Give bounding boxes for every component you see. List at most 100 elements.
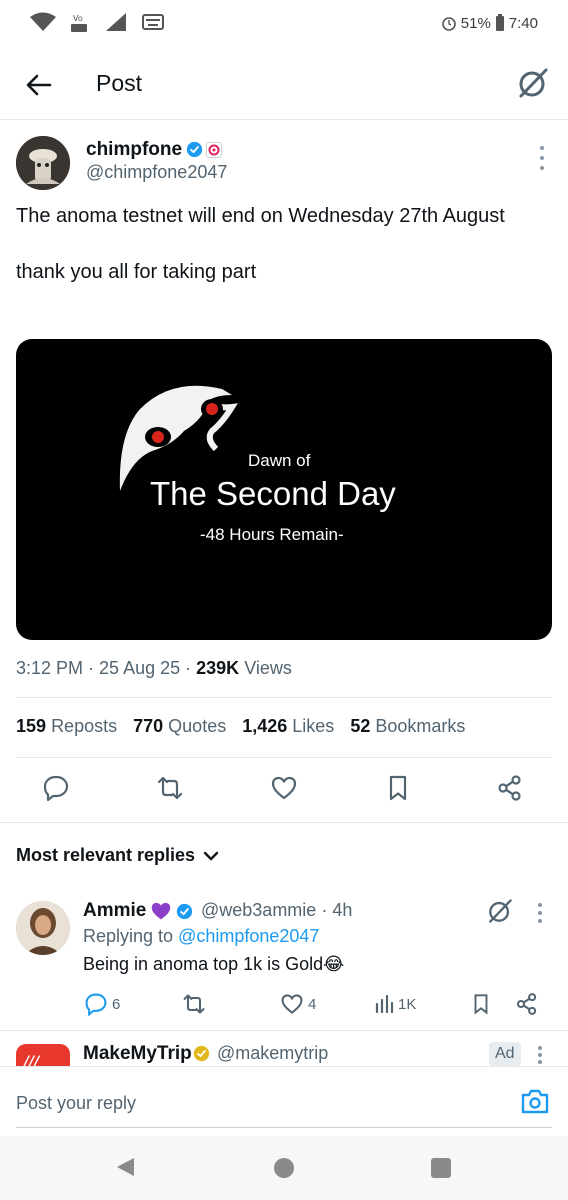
divider bbox=[16, 757, 552, 758]
like-button[interactable] bbox=[266, 770, 302, 806]
share-button[interactable] bbox=[492, 770, 528, 806]
ad-more-options-icon[interactable] bbox=[536, 1046, 544, 1064]
wifi-icon bbox=[30, 12, 56, 31]
more-options-icon[interactable] bbox=[538, 146, 546, 170]
reply-icon bbox=[85, 993, 107, 1016]
reply-repost-button[interactable] bbox=[182, 990, 206, 1018]
verified-badge-icon bbox=[176, 903, 193, 925]
ad-label-badge: Ad bbox=[489, 1042, 521, 1066]
status-bar: Vo 51% 7:40 bbox=[0, 0, 568, 48]
reply-like-count: 4 bbox=[308, 995, 317, 1013]
tweet-time: 3:12 PM bbox=[16, 658, 84, 678]
grok-button[interactable] bbox=[516, 66, 550, 100]
tweet-date: 25 Aug 25 bbox=[99, 658, 181, 678]
reposts-stat[interactable]: 159 Reposts bbox=[16, 716, 117, 737]
reply-reply-button[interactable]: 6 bbox=[84, 990, 120, 1018]
author-avatar[interactable] bbox=[16, 136, 70, 190]
bookmarks-stat[interactable]: 52 Bookmarks bbox=[350, 716, 465, 737]
reply-composer: Post your reply bbox=[0, 1066, 568, 1130]
svg-text:Vo: Vo bbox=[73, 14, 83, 23]
ad-author-name[interactable]: MakeMyTrip bbox=[83, 1043, 192, 1065]
bookmark-icon bbox=[389, 775, 407, 801]
keyboard-icon bbox=[142, 14, 164, 30]
signal-icon bbox=[106, 13, 126, 31]
ammie-avatar-image bbox=[16, 901, 70, 955]
replies-sort-label: Most relevant replies bbox=[16, 845, 196, 865]
tweet-text-line-1: The anoma testnet will end on Wednesday … bbox=[16, 205, 505, 227]
reply-view-count: 1K bbox=[398, 995, 417, 1013]
composer-underline bbox=[16, 1127, 552, 1128]
grok-explain-button[interactable] bbox=[485, 896, 515, 926]
arrow-left-icon bbox=[26, 74, 52, 96]
repost-icon bbox=[183, 994, 205, 1014]
divider bbox=[16, 697, 552, 698]
engagement-stats: 159 Reposts 770 Quotes 1,426 Likes 52 Bo… bbox=[16, 716, 465, 737]
nav-recents-icon[interactable] bbox=[431, 1158, 451, 1178]
views-label: Views bbox=[244, 658, 292, 678]
media-text-line-2: The Second Day bbox=[150, 475, 396, 512]
heart-icon bbox=[281, 994, 303, 1014]
reply-views-button[interactable]: 1K bbox=[374, 990, 416, 1018]
reply-action-bar: 6 4 1K bbox=[0, 990, 568, 1020]
status-icons-left: Vo bbox=[28, 10, 164, 34]
makemytrip-logo[interactable]: /// bbox=[16, 1044, 70, 1068]
replies-sort-dropdown[interactable]: Most relevant replies bbox=[16, 845, 219, 866]
author-handle[interactable]: @chimpfone2047 bbox=[86, 162, 227, 183]
tweet-action-bar bbox=[0, 770, 568, 810]
grok-icon bbox=[489, 899, 512, 923]
divider bbox=[0, 1030, 568, 1031]
ad-author-handle[interactable]: @makemytrip bbox=[217, 1043, 328, 1064]
likes-stat[interactable]: 1,426 Likes bbox=[242, 716, 334, 737]
reply-icon bbox=[43, 775, 69, 802]
status-icons-right: 51% 7:40 bbox=[441, 14, 538, 32]
reply-author-handle[interactable]: @web3ammie · 4h bbox=[201, 900, 352, 921]
camera-button[interactable] bbox=[520, 1087, 552, 1117]
reply-reply-count: 6 bbox=[112, 995, 121, 1013]
back-button[interactable] bbox=[22, 68, 56, 102]
nav-home-icon[interactable] bbox=[274, 1158, 294, 1178]
reply-text: Being in anoma top 1k is Gold😂 bbox=[83, 954, 345, 974]
reply-button[interactable] bbox=[38, 770, 74, 806]
bookmark-icon bbox=[474, 994, 488, 1015]
grok-icon bbox=[519, 68, 548, 98]
heart-icon bbox=[271, 776, 297, 800]
chevron-down-icon bbox=[203, 851, 219, 861]
battery-icon bbox=[495, 14, 504, 31]
tweet-meta: 3:12 PM · 25 Aug 25 · 239K Views bbox=[16, 658, 292, 678]
media-text-line-3: -48 Hours Remain- bbox=[200, 525, 344, 544]
clock: 7:40 bbox=[508, 14, 538, 32]
reply-age: 4h bbox=[332, 900, 353, 920]
reply-author-avatar[interactable] bbox=[16, 901, 70, 955]
repost-button[interactable] bbox=[152, 770, 188, 806]
nav-back-icon[interactable] bbox=[114, 1156, 136, 1178]
replying-to-link[interactable]: @chimpfone2047 bbox=[178, 926, 319, 946]
quotes-stat[interactable]: 770 Quotes bbox=[133, 716, 226, 737]
affiliate-badge-icon bbox=[206, 142, 222, 158]
volte-icon: Vo bbox=[71, 14, 87, 32]
author-name[interactable]: chimpfone bbox=[86, 139, 182, 161]
tweet-text: The anoma testnet will end on Wednesday … bbox=[16, 202, 546, 286]
reply-bookmark-button[interactable] bbox=[470, 990, 492, 1018]
bookmark-button[interactable] bbox=[380, 770, 416, 806]
analytics-icon bbox=[375, 994, 394, 1014]
page-title: Post bbox=[96, 70, 143, 96]
reply-more-options-icon[interactable] bbox=[536, 903, 544, 923]
reply-like-button[interactable]: 4 bbox=[280, 990, 316, 1018]
divider bbox=[0, 822, 568, 823]
tweet-text-line-2: thank you all for taking part bbox=[16, 261, 257, 283]
replying-to: Replying to @chimpfone2047 bbox=[83, 926, 320, 946]
gold-verified-badge-icon bbox=[193, 1045, 210, 1067]
reply-author-name[interactable]: Ammie bbox=[83, 900, 146, 922]
battery-percent: 51% bbox=[460, 14, 491, 32]
tweet-media-image[interactable]: Dawn of The Second Day -48 Hours Remain- bbox=[16, 339, 552, 640]
purple-heart-icon bbox=[150, 901, 172, 926]
reply-share-button[interactable] bbox=[515, 990, 539, 1018]
system-nav-bar bbox=[0, 1136, 568, 1200]
alarm-icon bbox=[441, 17, 456, 31]
camera-icon bbox=[521, 1089, 549, 1114]
chimp-avatar-image bbox=[16, 136, 70, 190]
top-app-bar: Post bbox=[0, 48, 568, 120]
reply-input[interactable]: Post your reply bbox=[16, 1093, 136, 1114]
views-count: 239K bbox=[196, 658, 240, 678]
verified-badge-icon bbox=[186, 141, 203, 163]
